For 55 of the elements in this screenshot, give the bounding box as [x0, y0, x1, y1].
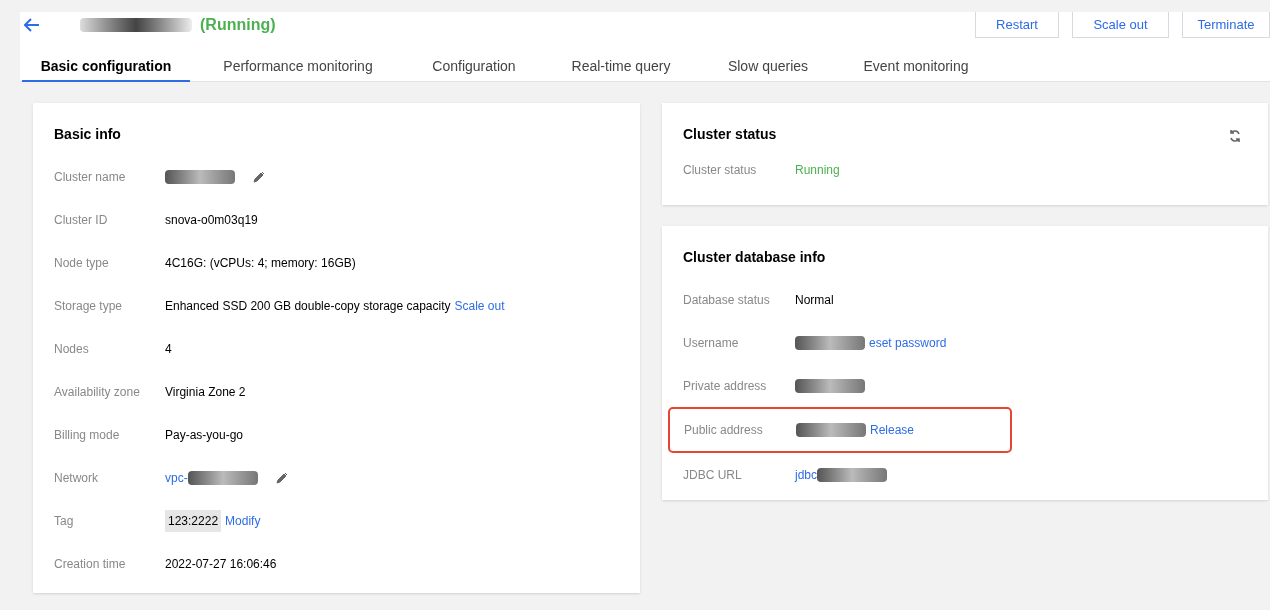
- field-value: 4: [165, 340, 172, 358]
- tab[interactable]: Slow queries: [700, 56, 836, 82]
- field-label: Public address: [684, 422, 764, 439]
- field-label: Private address: [683, 377, 768, 395]
- link[interactable]: jdbc: [795, 465, 817, 484]
- field-value: snova-o0m03q19: [165, 211, 258, 229]
- card-title: Cluster database info: [683, 248, 826, 267]
- header-button[interactable]: Scale out: [1072, 12, 1169, 38]
- tab[interactable]: Basic configuration: [22, 56, 190, 82]
- redacted-block: [817, 467, 887, 482]
- header-button[interactable]: Restart: [975, 12, 1059, 38]
- field-value: Virginia Zone 2: [165, 383, 246, 401]
- field-value: Pay-as-you-go: [165, 426, 244, 444]
- header-button[interactable]: Terminate: [1182, 12, 1270, 38]
- field-label: Billing mode: [54, 426, 121, 444]
- redacted-block: [795, 335, 865, 350]
- redacted-block: [187, 470, 258, 485]
- field-label: Storage type: [54, 297, 124, 315]
- redacted-block: [796, 423, 866, 437]
- field-label: Cluster name: [54, 168, 127, 186]
- tag-chip: 123:2222: [165, 509, 222, 532]
- link[interactable]: Modify: [225, 511, 261, 530]
- refresh-icon[interactable]: [1228, 129, 1242, 143]
- back-arrow-icon[interactable]: [24, 18, 40, 32]
- tab[interactable]: Real-time query: [542, 56, 700, 82]
- cluster-status-title: (Running): [200, 15, 276, 35]
- tab[interactable]: Configuration: [406, 56, 542, 82]
- field-label: Nodes: [54, 340, 90, 358]
- redacted-block: [795, 378, 865, 393]
- link[interactable]: Scale out: [454, 296, 505, 315]
- edit-pencil-icon[interactable]: [275, 471, 288, 484]
- field-value: Enhanced SSD 200 GB double-copy storage capacity: [165, 297, 451, 315]
- status-value: Running: [795, 162, 840, 179]
- tab[interactable]: Performance monitoring: [190, 56, 406, 82]
- field-label: Cluster status: [683, 162, 758, 179]
- field-label: Availability zone: [54, 383, 141, 401]
- redacted-block: [165, 169, 235, 184]
- field-value: Normal: [795, 291, 834, 309]
- card-title: Cluster status: [683, 125, 777, 144]
- field-label: Cluster ID: [54, 211, 109, 229]
- tab[interactable]: Event monitoring: [836, 56, 996, 82]
- edit-pencil-icon[interactable]: [253, 170, 265, 183]
- field-label: JDBC URL: [683, 466, 743, 484]
- field-value: 4C16G: (vCPUs: 4; memory: 16GB): [165, 254, 356, 272]
- field-label: Database status: [683, 291, 771, 309]
- field-label: Node type: [54, 254, 110, 272]
- field-label: Network: [54, 469, 99, 487]
- field-label: Tag: [54, 512, 75, 530]
- card-title: Basic info: [54, 125, 121, 144]
- field-value: 2022-07-27 16:06:46: [165, 555, 277, 573]
- link[interactable]: Release: [870, 421, 915, 439]
- link[interactable]: vpc-: [165, 468, 188, 487]
- link[interactable]: eset password: [869, 333, 947, 352]
- field-label: Username: [683, 334, 740, 352]
- field-label: Creation time: [54, 555, 127, 573]
